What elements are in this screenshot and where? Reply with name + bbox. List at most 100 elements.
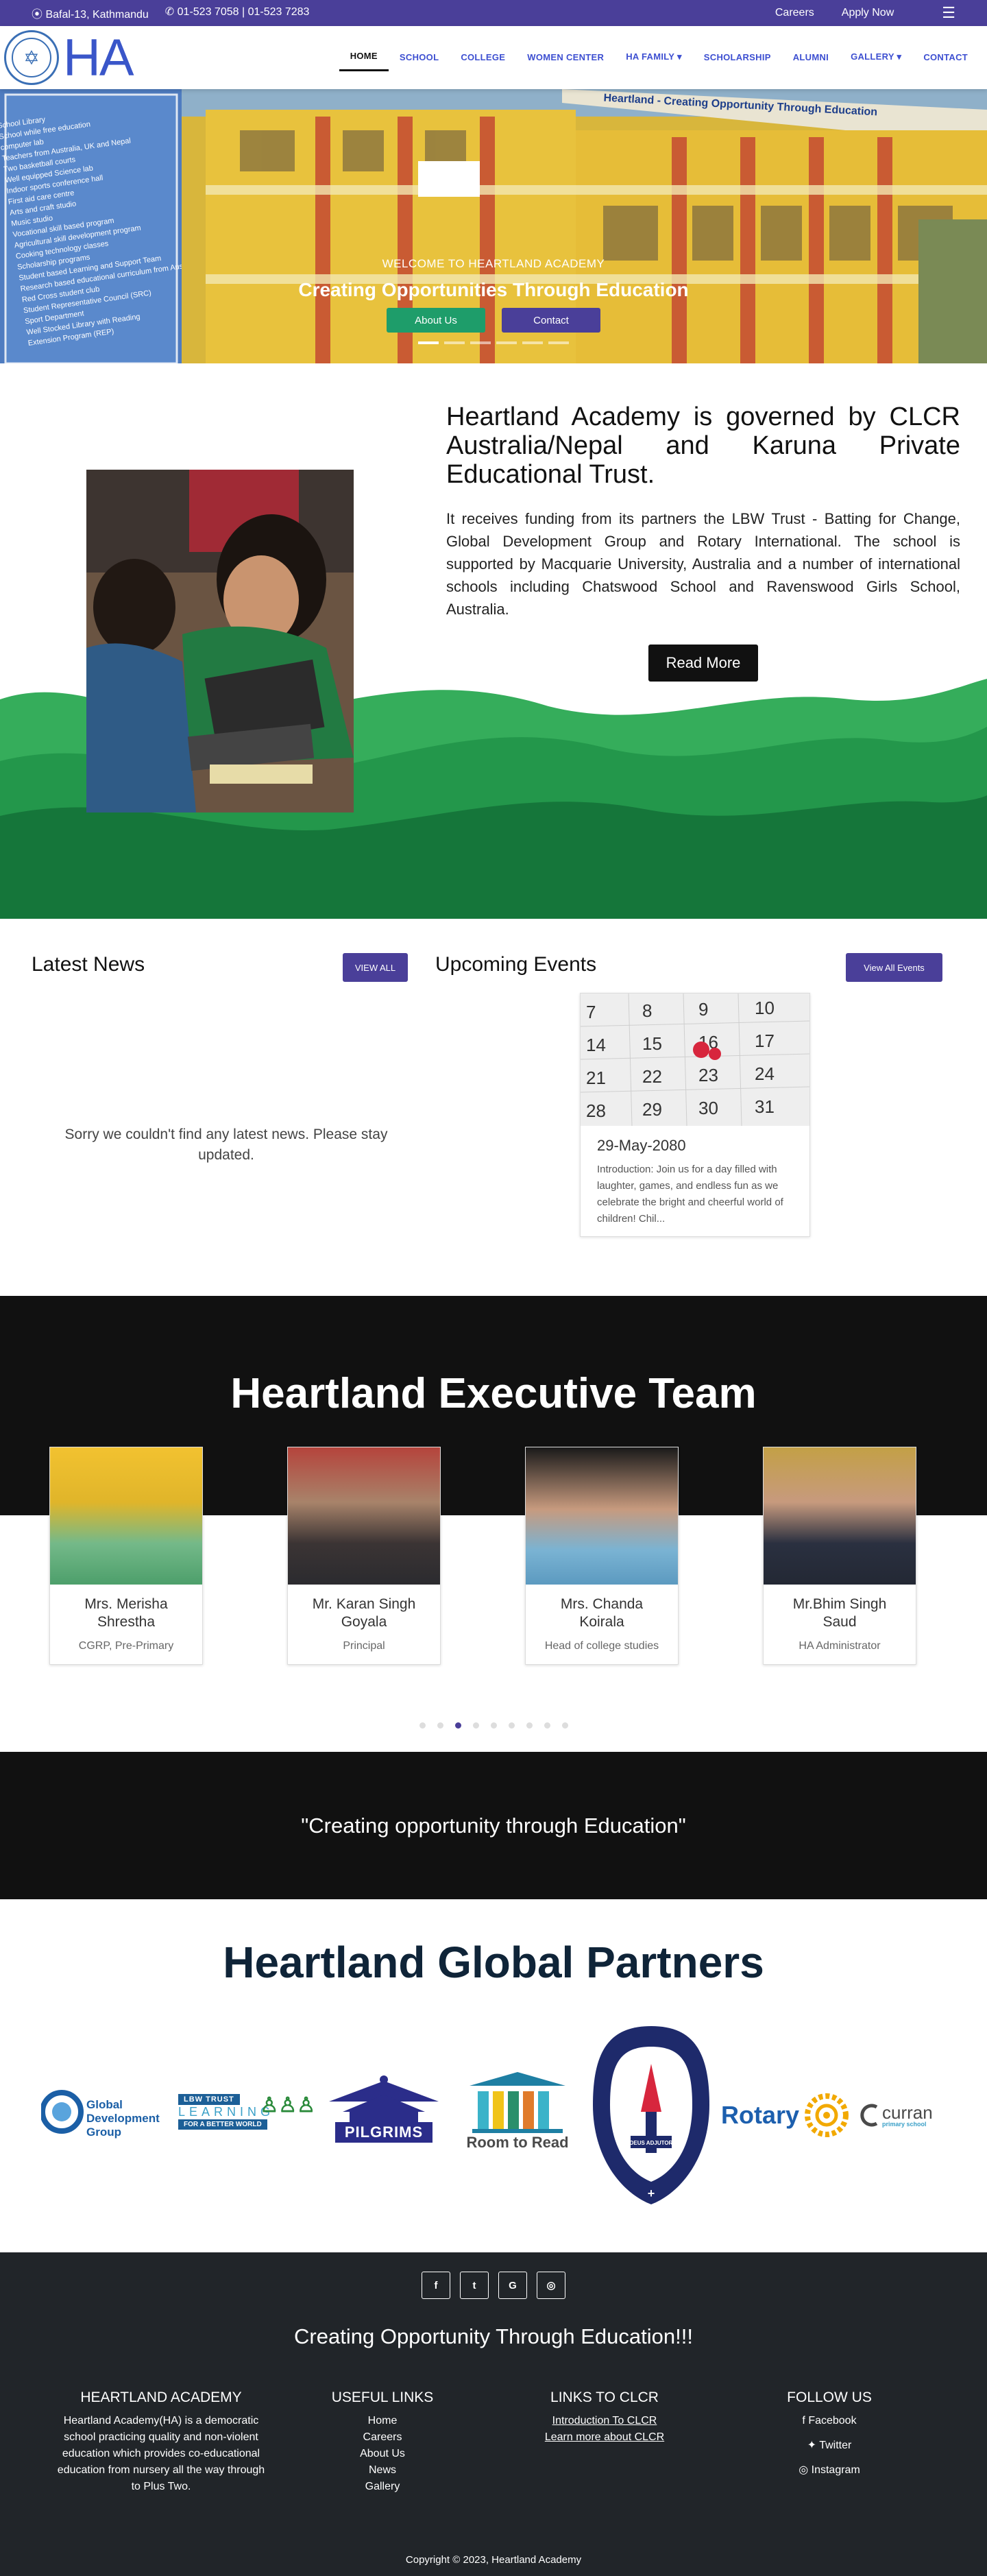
phone-info: ✆ 01-523 7058 | 01-523 7283 [164,6,310,18]
team-carousel-dot[interactable] [437,1722,443,1729]
partner-logo-gdg[interactable]: Global Development Group [41,2088,171,2143]
team-member-card[interactable]: Mrs. Chanda Koirala Head of college stud… [525,1447,679,1665]
gdg-logo-icon: Global Development Group [41,2090,160,2139]
calendar-number: 7 [586,1002,596,1022]
partner-logo-rotary[interactable]: Rotary [720,2091,850,2139]
no-news-message: Sorry we couldn't find any latest news. … [64,1127,388,1163]
team-carousel-dot[interactable] [490,1722,497,1729]
view-all-news-button[interactable]: VIEW ALL [343,953,408,982]
footer-twitter-link[interactable]: ✦ Twitter [761,2437,898,2454]
instagram-icon[interactable]: ◎ [537,2272,565,2299]
team-carousel-dot[interactable] [419,1722,426,1729]
event-card[interactable]: 7 8 9 10 14 15 16 17 21 22 23 24 28 29 30 31 29-May-208… [580,993,810,1237]
footer-follow-title: FOLLOW US [787,2390,872,2405]
footer-instagram-link[interactable]: ◎ Instagram [761,2462,898,2479]
nav-scholarship[interactable]: SCHOLARSHIP [693,45,782,71]
member-photo [50,1447,202,1585]
calendar-number: 22 [642,1066,662,1087]
footer-link-learn-clcr[interactable]: Learn more about CLCR [515,2429,694,2446]
calendar-number: 24 [755,1063,775,1084]
nav-alumni[interactable]: ALUMNI [782,45,840,71]
partner-logo-ravenswood[interactable]: DEUS ADJUTOR + [589,2023,713,2208]
executive-team-section: Heartland Executive Team Mrs. Merisha Sh… [0,1296,987,1752]
read-more-button[interactable]: Read More [648,645,758,682]
hamburger-menu-icon[interactable]: ☰ [942,4,955,22]
event-description: Introduction: Join us for a day filled w… [597,1164,783,1225]
calendar-number: 21 [586,1068,606,1088]
twitter-icon[interactable]: t [460,2272,489,2299]
location-pin-icon: ⦿ [32,9,43,21]
member-name: Mr. Karan Singh Goyala [312,1596,416,1630]
phone-icon: ✆ [164,6,175,18]
footer-link-home[interactable]: Home [314,2413,451,2429]
people-icon: ♙♙♙ [260,2094,315,2117]
school-seal-icon: ✡ [4,30,59,85]
team-carousel-dot[interactable] [472,1722,479,1729]
member-photo [288,1447,440,1585]
students-laptop-photo [86,470,354,812]
team-carousel-dot[interactable] [526,1722,533,1729]
quote-banner: "Creating opportunity through Education" [0,1752,987,1899]
partner-logo-room-to-read[interactable]: Room to Read [452,2067,583,2156]
footer-link-gallery[interactable]: Gallery [314,2479,451,2495]
footer-facebook-link[interactable]: f Facebook [761,2413,898,2429]
calendar-number: 30 [698,1098,718,1118]
apply-now-link[interactable]: Apply Now [842,7,894,19]
partner-logo-curran[interactable]: curran primary school [860,2095,946,2136]
nav-ha-family[interactable]: HA FAMILY ▾ [615,45,693,71]
carousel-dot[interactable] [418,341,439,344]
team-carousel-dot[interactable] [544,1722,550,1729]
member-name: Mrs. Merisha Shrestha [84,1596,168,1630]
carousel-dot[interactable] [444,341,465,344]
team-member-card[interactable]: Mr.Bhim Singh Saud HA Administrator [763,1447,916,1665]
brand-logo[interactable]: ✡ HA [4,28,134,88]
nav-school[interactable]: SCHOOL [389,45,450,71]
footer-link-careers[interactable]: Careers [314,2429,451,2446]
hero-carousel[interactable]: School Library School while free educatio… [0,89,987,363]
nav-college[interactable]: COLLEGE [450,45,516,71]
team-member-card[interactable]: Mrs. Merisha Shrestha CGRP, Pre-Primary [49,1447,203,1665]
carousel-dot[interactable] [548,341,569,344]
carousel-dot[interactable] [496,341,517,344]
svg-text:Global: Global [86,2098,123,2111]
member-name: Mrs. Chanda Koirala [560,1596,644,1630]
member-photo [764,1447,916,1585]
facebook-icon[interactable]: f [422,2272,450,2299]
partner-logo-lbw[interactable]: LBW TRUST LEARNING FOR A BETTER WORLD ♙♙… [178,2088,315,2136]
footer-about-column: HEARTLAND ACADEMY Heartland Academy(HA) … [51,2390,271,2495]
team-member-card[interactable]: Mr. Karan Singh Goyala Principal [287,1447,441,1665]
member-role: HA Administrator [799,1640,881,1652]
svg-text:Heartland - Creating Opportuni: Heartland - Creating Opportunity Through… [603,92,877,118]
top-bar: ⦿ Bafal-13, Kathmandu ✆ 01-523 7058 | 01… [0,0,987,26]
footer-about-text: Heartland Academy(HA) is a democratic sc… [57,2415,265,2492]
member-name: Mr.Bhim Singh Saud [792,1596,887,1630]
google-icon[interactable]: G [498,2272,527,2299]
team-carousel-dot[interactable] [454,1722,461,1729]
calendar-photo: 7 8 9 10 14 15 16 17 21 22 23 24 28 29 30 31 [581,994,809,1126]
partners-title: Heartland Global Partners [223,1938,764,1987]
footer-useful-links: USEFUL LINKS Home Careers About Us News … [314,2390,451,2495]
partner-logo-pilgrims[interactable]: PILGRIMS [319,2071,449,2146]
nav-gallery[interactable]: GALLERY ▾ [840,45,912,71]
team-carousel-dot[interactable] [508,1722,515,1729]
footer-link-intro-clcr[interactable]: Introduction To CLCR [515,2413,694,2429]
svg-text:DEUS ADJUTOR: DEUS ADJUTOR [630,2140,673,2146]
nav-home[interactable]: HOME [339,44,389,71]
careers-link[interactable]: Careers [775,7,814,19]
nav-women-center[interactable]: WOMEN CENTER [516,45,615,71]
contact-button[interactable]: Contact [502,308,600,333]
carousel-dot[interactable] [522,341,543,344]
social-buttons: f t G ◎ [0,2272,987,2299]
view-all-events-button[interactable]: View All Events [846,953,942,982]
nav-contact[interactable]: CONTACT [912,45,979,71]
executive-team-title: Heartland Executive Team [230,1370,757,1417]
twitter-icon: ✦ [807,2440,817,2451]
brand-text: HA [63,28,134,87]
banner-overlay: Heartland - Creating Opportunity Through… [603,92,877,118]
carousel-dot[interactable] [470,341,491,344]
footer-link-about[interactable]: About Us [314,2446,451,2462]
team-carousel-dots [0,1722,987,1729]
team-carousel-dot[interactable] [561,1722,568,1729]
about-us-button[interactable]: About Us [387,308,485,333]
footer-link-news[interactable]: News [314,2462,451,2479]
